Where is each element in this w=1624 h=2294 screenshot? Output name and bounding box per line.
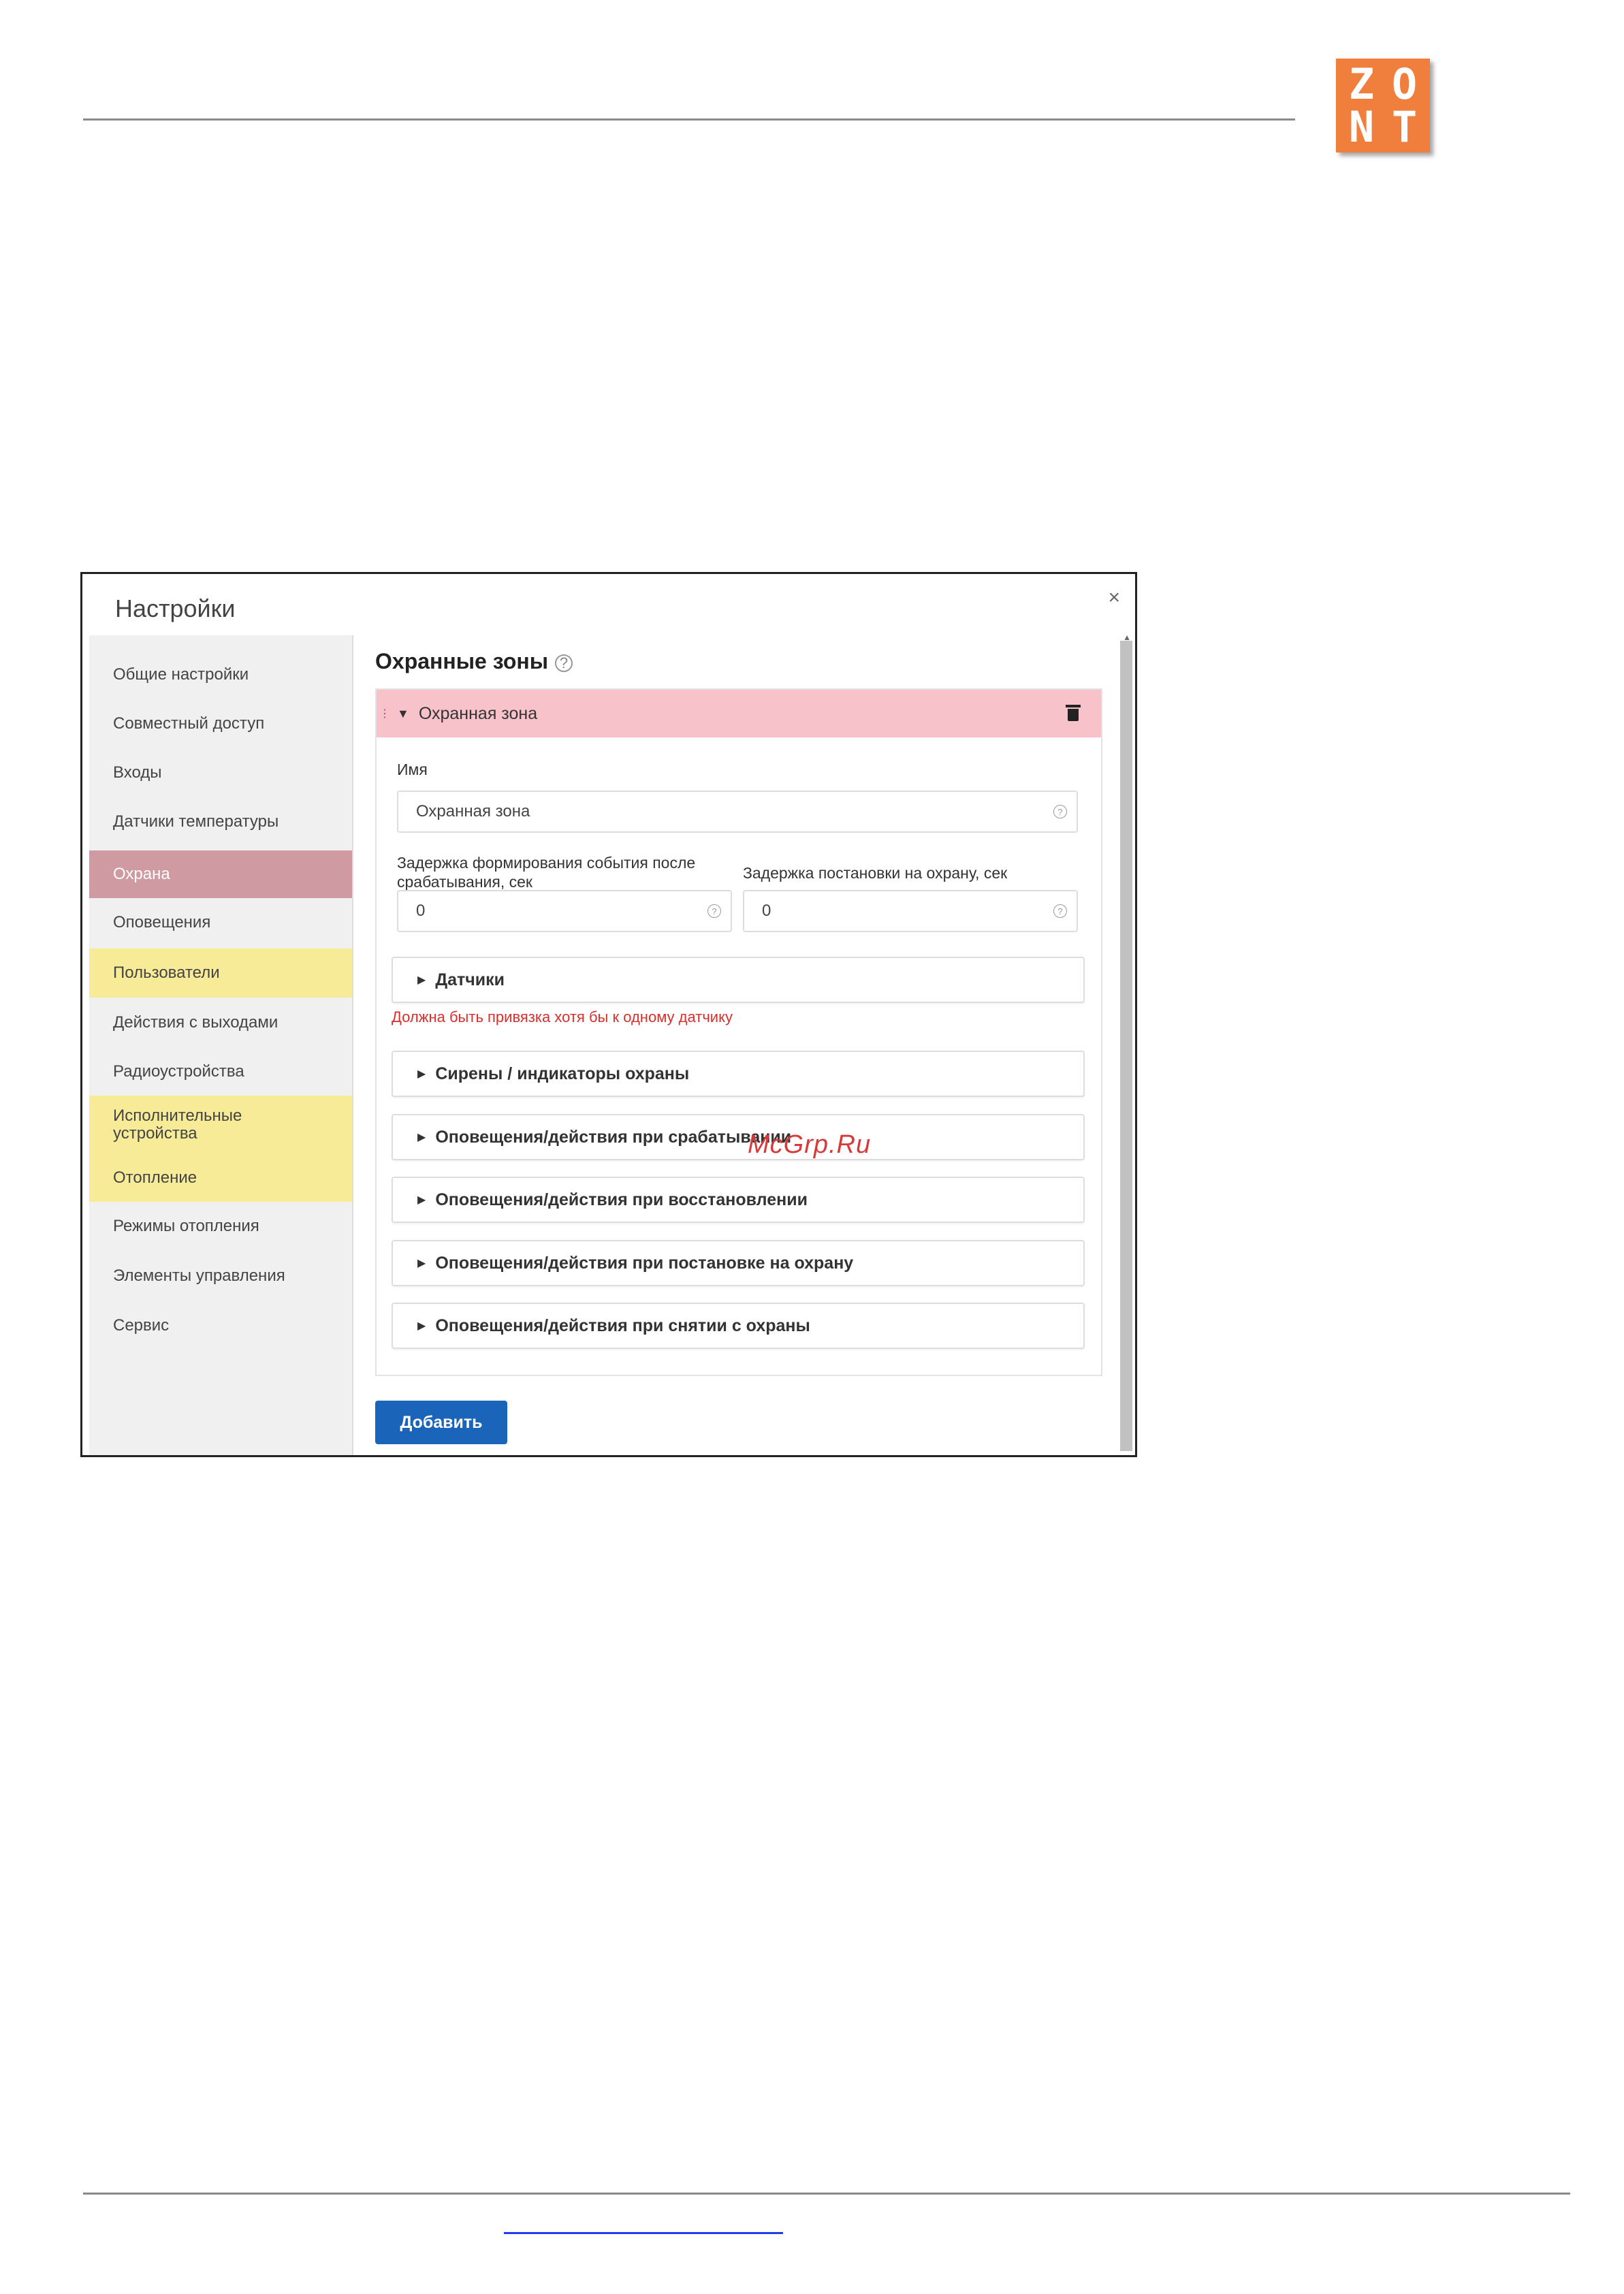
- zone-header[interactable]: ⋮ ▼ Охранная зона: [377, 690, 1101, 737]
- sidebar-item-controls[interactable]: Элементы управления: [89, 1251, 352, 1301]
- delay-event-field[interactable]: 0 ?: [397, 890, 732, 932]
- caret-right-icon: ▶: [417, 974, 426, 986]
- sidebar-item-actuators[interactable]: Исполнительные устройства: [89, 1096, 352, 1154]
- help-icon[interactable]: ?: [1053, 904, 1067, 918]
- delay-arm-field[interactable]: 0 ?: [743, 890, 1078, 932]
- sidebar-item-notifications[interactable]: Оповещения: [89, 898, 352, 947]
- caret-right-icon: ▶: [417, 1258, 426, 1269]
- trash-icon[interactable]: [1066, 705, 1081, 721]
- close-icon[interactable]: ×: [1108, 586, 1120, 609]
- sidebar-item-service[interactable]: Сервис: [89, 1301, 352, 1350]
- watermark: McGrp.Ru: [748, 1130, 872, 1159]
- section-title: Охранные зоны?: [375, 649, 573, 674]
- delay-arm-value: 0: [762, 902, 771, 920]
- caret-right-icon: ▶: [417, 1194, 426, 1206]
- footer-rule: [83, 2193, 1570, 2195]
- drag-handle-icon[interactable]: ⋮: [379, 707, 390, 720]
- logo-letter-z: Z: [1348, 59, 1375, 109]
- caret-right-icon: ▶: [417, 1132, 426, 1143]
- help-icon[interactable]: ?: [1053, 805, 1067, 818]
- footer-link-underline: [504, 2232, 783, 2234]
- scrollbar[interactable]: [1120, 641, 1132, 1451]
- name-label: Имя: [397, 761, 428, 778]
- name-field-value: Охранная зона: [416, 802, 530, 821]
- zone-header-title: Охранная зона: [418, 703, 538, 723]
- sidebar-item-heating[interactable]: Отопление: [89, 1154, 352, 1202]
- accordion-on-arm-label: Оповещения/действия при постановке на ох…: [435, 1253, 854, 1273]
- accordion-sensors[interactable]: ▶ Датчики: [392, 957, 1085, 1003]
- header-rule: [83, 118, 1295, 121]
- accordion-sensors-label: Датчики: [435, 970, 505, 989]
- settings-modal: Настройки × Общие настройки Совместный д…: [80, 572, 1137, 1457]
- sidebar-item-output-actions[interactable]: Действия с выходами: [89, 998, 352, 1048]
- sidebar-item-heating-modes[interactable]: Режимы отопления: [89, 1202, 352, 1251]
- accordion-on-trigger-label: Оповещения/действия при срабатывании: [435, 1127, 792, 1147]
- delay-event-value: 0: [416, 902, 426, 920]
- accordion-sirens[interactable]: ▶ Сирены / индикаторы охраны: [392, 1051, 1085, 1097]
- delay-event-label: Задержка формирования события после сраб…: [397, 853, 695, 891]
- delay-event-label-line1: Задержка формирования события после: [397, 854, 696, 872]
- accordion-sirens-label: Сирены / индикаторы охраны: [435, 1064, 690, 1083]
- accordion-on-arm[interactable]: ▶ Оповещения/действия при постановке на …: [392, 1240, 1085, 1286]
- caret-down-icon[interactable]: ▼: [397, 707, 409, 721]
- sidebar-item-actuators-line2: устройства: [113, 1124, 197, 1143]
- settings-sidebar: Общие настройки Совместный доступ Входы …: [89, 635, 353, 1455]
- accordion-on-disarm[interactable]: ▶ Оповещения/действия при снятии с охран…: [392, 1303, 1085, 1349]
- name-field[interactable]: Охранная зона ?: [397, 791, 1078, 833]
- sidebar-item-actuators-label: Исполнительные устройства: [113, 1107, 242, 1143]
- sidebar-item-temperature-sensors[interactable]: Датчики температуры: [89, 797, 352, 846]
- sidebar-item-users[interactable]: Пользователи: [89, 949, 352, 998]
- zont-logo: Z O N T: [1336, 59, 1430, 153]
- settings-content: Охранные зоны? ⋮ ▼ Охранная зона Имя Охр…: [355, 635, 1123, 1455]
- caret-right-icon: ▶: [417, 1320, 426, 1332]
- sensors-error-message: Должна быть привязка хотя бы к одному да…: [392, 1008, 733, 1025]
- accordion-on-trigger[interactable]: ▶ Оповещения/действия при срабатывании: [392, 1114, 1085, 1160]
- add-button[interactable]: Добавить: [375, 1401, 507, 1444]
- sidebar-item-actuators-line1: Исполнительные: [113, 1106, 242, 1125]
- security-zone-card: ⋮ ▼ Охранная зона Имя Охранная зона ? За…: [375, 688, 1102, 1376]
- logo-letter-t: T: [1391, 101, 1418, 152]
- accordion-on-restore-label: Оповещения/действия при восстановлении: [435, 1190, 808, 1209]
- sidebar-item-general[interactable]: Общие настройки: [89, 650, 352, 699]
- delay-event-label-line2: срабатывания, сек: [397, 873, 532, 891]
- modal-title: Настройки: [115, 594, 236, 622]
- logo-letter-n: N: [1348, 101, 1375, 152]
- section-title-text: Охранные зоны: [375, 649, 549, 673]
- sidebar-item-radio-devices[interactable]: Радиоустройства: [89, 1048, 352, 1096]
- trash-icon-body: [1068, 709, 1079, 721]
- accordion-on-disarm-label: Оповещения/действия при снятии с охраны: [435, 1316, 810, 1335]
- delay-arm-label: Задержка постановки на охрану, сек: [743, 864, 1008, 882]
- logo-letter-o: O: [1391, 59, 1418, 109]
- trash-icon-lid: [1066, 705, 1081, 707]
- accordion-on-restore[interactable]: ▶ Оповещения/действия при восстановлении: [392, 1177, 1085, 1223]
- sidebar-item-security[interactable]: Охрана: [89, 850, 352, 898]
- sidebar-item-shared-access[interactable]: Совместный доступ: [89, 699, 352, 748]
- help-icon[interactable]: ?: [707, 904, 721, 918]
- sidebar-item-inputs[interactable]: Входы: [89, 748, 352, 797]
- help-icon[interactable]: ?: [555, 654, 573, 672]
- caret-right-icon: ▶: [417, 1068, 426, 1080]
